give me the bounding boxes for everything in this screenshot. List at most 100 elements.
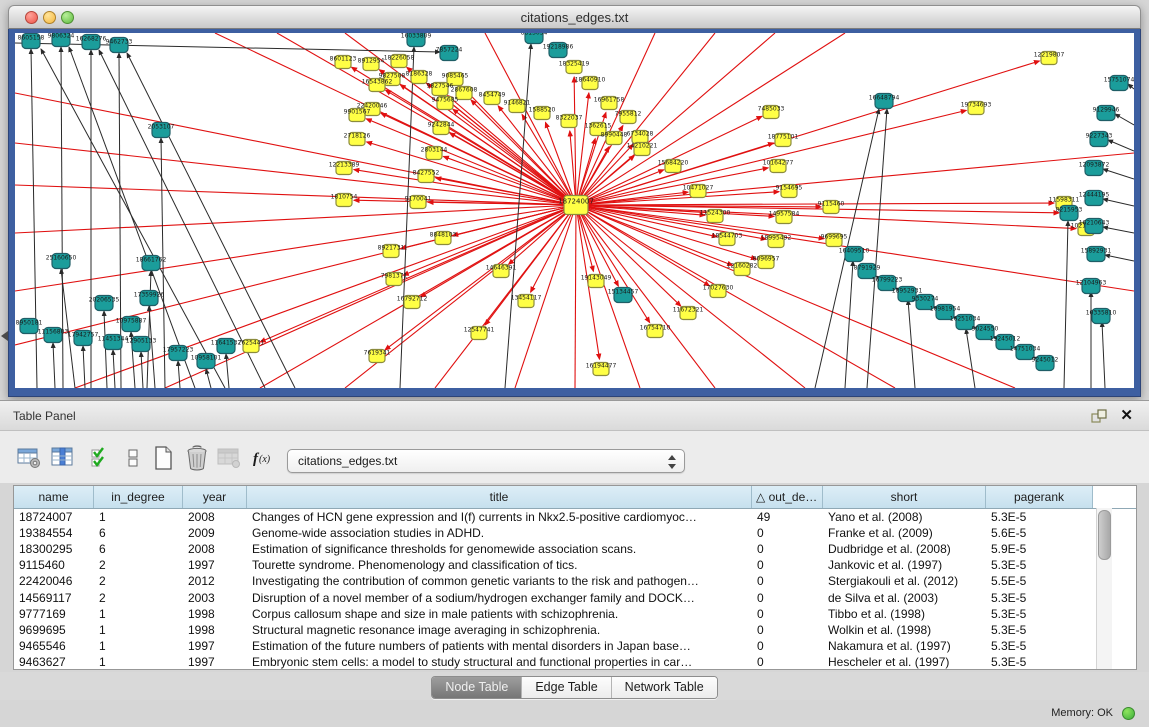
panel-title: Table Panel [13,401,76,431]
tab-node-table[interactable]: Node Table [432,677,521,698]
table-row[interactable]: 1872400712008Changes of HCN gene express… [14,509,1136,525]
column-header-year[interactable]: year [183,486,247,508]
svg-text:16268276: 16268276 [76,36,107,43]
svg-text:18775101: 18775101 [768,134,799,141]
svg-text:7981371: 7981371 [381,273,408,280]
svg-text:14957584: 14957584 [769,211,800,218]
dropdown-stepper-icon [667,454,676,470]
cell-pagerank: 5.3E-5 [986,510,1093,524]
svg-text:11524300: 11524300 [700,210,731,217]
network-window-titlebar[interactable]: citations_edges.txt [8,5,1141,29]
tab-network-table[interactable]: Network Table [611,677,717,698]
svg-text:9475685: 9475685 [432,97,459,104]
table-mode-icon[interactable] [14,443,44,473]
svg-text:8186328: 8186328 [406,71,433,78]
svg-text:18952931: 18952931 [892,288,923,295]
column-header-out_degree[interactable]: △ out_de… [752,486,823,508]
svg-text:17359926: 17359926 [134,292,165,299]
svg-text:10981954: 10981954 [930,306,961,313]
svg-text:12547741: 12547741 [464,327,495,334]
svg-text:12160282: 12160282 [727,263,758,270]
scrollbar-thumb[interactable] [1098,510,1111,560]
svg-text:16210643: 16210643 [1079,220,1110,227]
svg-text:16033809: 16033809 [401,33,432,40]
cell-short: Wolkin et al. (1998) [823,623,986,637]
table-panel-toolbar: f (x) citations_edges.txt [0,431,1149,483]
float-panel-icon[interactable] [1091,409,1107,423]
window-title: citations_edges.txt [9,6,1140,29]
svg-text:11156803: 11156803 [38,329,69,336]
cell-year: 2003 [183,591,247,605]
svg-text:12444195: 12444195 [1079,192,1110,199]
svg-text:19218986: 19218986 [543,44,574,51]
svg-text:11598311: 11598311 [1049,197,1080,204]
cell-out_degree: 49 [752,510,823,524]
cell-in_degree: 1 [94,639,183,653]
table-row[interactable]: 911546021997Tourette syndrome. Phenomeno… [14,557,1136,573]
function-builder-icon[interactable]: f (x) [248,443,278,473]
svg-text:17027630: 17027630 [703,285,734,292]
network-view-frame: 8601123891295418226058982750881863289085… [8,29,1141,397]
cell-title: Structural magnetic resonance image aver… [247,623,752,637]
table-row[interactable]: 1830029562008Estimation of significance … [14,541,1136,557]
svg-text:8454749: 8454749 [479,92,506,99]
cell-short: Hescheler et al. (1997) [823,655,986,669]
panel-collapse-arrow-icon[interactable] [1,331,8,341]
svg-text:19734693: 19734693 [961,102,992,109]
svg-text:9115460: 9115460 [818,201,845,208]
svg-text:15751074: 15751074 [1104,77,1134,84]
close-panel-icon[interactable]: ✕ [1120,406,1133,424]
column-header-name[interactable]: name [14,486,94,508]
table-row[interactable]: 946362711997Embryonic stem cells: a mode… [14,654,1136,670]
cell-name: 9699695 [14,623,94,637]
column-header-title[interactable]: title [247,486,752,508]
cell-name: 22420046 [14,574,94,588]
cell-year: 2009 [183,526,247,540]
table-selector-dropdown[interactable]: citations_edges.txt [287,449,685,473]
delete-trash-icon[interactable] [182,443,212,473]
cell-title: Estimation of significance thresholds fo… [247,542,752,556]
tab-edge-table[interactable]: Edge Table [521,677,610,698]
svg-text:19245012: 19245012 [990,336,1021,343]
svg-text:10958101: 10958101 [191,355,222,362]
svg-text:10164277: 10164277 [763,160,794,167]
network-canvas[interactable]: 8601123891295418226058982750881863289085… [15,33,1134,388]
import-table-icon[interactable] [214,443,244,473]
table-body: 1872400712008Changes of HCN gene express… [14,509,1136,670]
table-row[interactable]: 1456911722003Disruption of a novel membe… [14,589,1136,605]
svg-text:16543862: 16543862 [362,79,393,86]
table-row[interactable]: 977716911998Corpus callosum shape and si… [14,606,1136,622]
node-table: namein_degreeyeartitle△ out_de…shortpage… [13,485,1137,670]
svg-text:15892931: 15892931 [1081,248,1112,255]
svg-text:16754710: 16754710 [640,325,671,332]
column-header-short[interactable]: short [823,486,986,508]
select-all-checkmarks-icon[interactable] [86,443,116,473]
new-document-icon[interactable] [148,443,178,473]
svg-text:18325419: 18325419 [559,61,590,68]
svg-text:10335810: 10335810 [1086,310,1117,317]
svg-text:7955812: 7955812 [615,111,642,118]
table-row[interactable]: 969969511998Structural magnetic resonanc… [14,622,1136,638]
cell-title: Disruption of a novel member of a sodium… [247,591,752,605]
svg-text:1810754: 1810754 [331,194,358,201]
cell-out_degree: 0 [752,639,823,653]
svg-text:7625441: 7625441 [238,340,265,347]
show-columns-icon[interactable] [48,443,78,473]
column-header-in_degree[interactable]: in_degree [94,486,183,508]
svg-text:12093872: 12093872 [1079,162,1110,169]
column-header-pagerank[interactable]: pagerank [986,486,1093,508]
svg-text:2053107: 2053107 [148,124,175,131]
cell-title: Estimation of the future numbers of pati… [247,639,752,653]
svg-text:12905133: 12905133 [126,338,157,345]
svg-text:8601123: 8601123 [330,56,357,63]
table-row[interactable]: 2242004622012Investigating the contribut… [14,573,1136,589]
cell-short: Franke et al. (2009) [823,526,986,540]
vertical-scrollbar[interactable] [1096,508,1112,669]
svg-text:2718126: 2718126 [344,133,371,140]
table-row[interactable]: 1938455462009Genome-wide association stu… [14,525,1136,541]
cell-out_degree: 0 [752,623,823,637]
table-row[interactable]: 946554611997Estimation of the future num… [14,638,1136,654]
svg-text:12104963: 12104963 [1076,280,1107,287]
svg-text:1362615: 1362615 [585,123,612,130]
clear-selection-icon[interactable] [118,443,148,473]
